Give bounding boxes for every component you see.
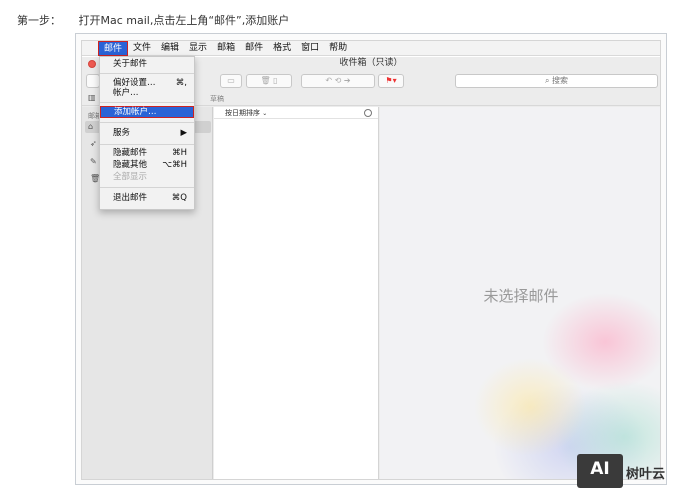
- chevron-down-icon: ⌄: [262, 110, 268, 117]
- hide-others-shortcut: ⌥⌘H: [162, 160, 187, 170]
- search-icon: ⌕: [544, 76, 550, 85]
- menu-item-accounts[interactable]: 帐户…: [100, 88, 194, 99]
- page: 第一步： 打开Mac mail,点击左上角“邮件”,添加账户 邮件 文件 编辑 …: [0, 0, 679, 500]
- menu-item-quit[interactable]: 退出邮件 ⌘Q: [100, 193, 194, 204]
- drafts-icon: ✎: [90, 157, 97, 166]
- menu-item-services-label: 服务: [113, 128, 131, 138]
- step-description: 打开Mac mail,点击左上角“邮件”,添加账户: [78, 14, 290, 27]
- menu-mailbox[interactable]: 邮箱: [212, 41, 240, 56]
- delete-junk-group[interactable]: 🗑 ▯: [246, 74, 292, 88]
- close-window-icon[interactable]: [88, 60, 96, 68]
- flag-icon[interactable]: ⚑▾: [378, 74, 404, 88]
- message-list: 按日期排序 ⌄: [214, 107, 379, 479]
- archive-icon[interactable]: ▭: [220, 74, 242, 88]
- favorite-drafts[interactable]: 草稿: [210, 94, 224, 104]
- watermark-logo-icon: AI: [577, 454, 623, 488]
- menu-item-add-account[interactable]: 添加帐户…: [100, 106, 194, 118]
- menu-bar: 邮件 文件 编辑 显示 邮箱 邮件 格式 窗口 帮助: [82, 41, 660, 56]
- menu-view[interactable]: 显示: [184, 41, 212, 56]
- filter-icon[interactable]: [364, 109, 372, 117]
- menu-message[interactable]: 邮件: [240, 41, 268, 56]
- menu-item-show-all-label: 全部显示: [113, 172, 148, 182]
- menu-item-hide[interactable]: 隐藏邮件 ⌘H: [100, 148, 194, 159]
- sort-label: 按日期排序: [225, 109, 260, 117]
- step-label: 第一步：: [17, 14, 61, 27]
- instruction-text: 第一步： 打开Mac mail,点击左上角“邮件”,添加账户: [17, 12, 289, 28]
- menu-item-hide-others-label: 隐藏其他: [113, 160, 148, 170]
- menu-window[interactable]: 窗口: [296, 41, 324, 56]
- inbox-icon: ⌂: [88, 122, 94, 131]
- menu-item-add-account-label: 添加帐户…: [114, 107, 157, 117]
- reply-forward-group[interactable]: ↶ ⟲ ➔: [301, 74, 375, 88]
- sent-icon: ➶: [90, 139, 97, 148]
- mac-screen: 邮件 文件 编辑 显示 邮箱 邮件 格式 窗口 帮助 收件箱（只读） ▭ 🗑 ▯…: [81, 40, 661, 480]
- menu-divider: [100, 102, 194, 103]
- menu-item-hide-others[interactable]: 隐藏其他 ⌥⌘H: [100, 160, 194, 171]
- menu-divider: [100, 73, 194, 74]
- menu-edit[interactable]: 编辑: [156, 41, 184, 56]
- menu-item-accounts-label: 帐户…: [113, 88, 139, 98]
- menu-item-services[interactable]: 服务 ▶: [100, 128, 194, 139]
- quit-shortcut: ⌘Q: [171, 193, 187, 203]
- menu-mail[interactable]: 邮件: [98, 41, 129, 56]
- sidebar-toggle-icon[interactable]: ▥: [88, 93, 96, 102]
- menu-divider: [100, 122, 194, 123]
- screenshot-frame: 邮件 文件 编辑 显示 邮箱 邮件 格式 窗口 帮助 收件箱（只读） ▭ 🗑 ▯…: [75, 33, 667, 485]
- search-placeholder: 搜索: [552, 76, 569, 85]
- menu-divider: [100, 187, 194, 188]
- menu-help[interactable]: 帮助: [324, 41, 352, 56]
- menu-item-quit-label: 退出邮件: [113, 193, 148, 203]
- sort-control[interactable]: 按日期排序 ⌄: [214, 107, 378, 119]
- chevron-right-icon: ▶: [180, 128, 187, 138]
- watermark-brand: 树叶云: [626, 467, 666, 482]
- menu-format[interactable]: 格式: [268, 41, 296, 56]
- compose-icon[interactable]: [86, 74, 100, 88]
- menu-item-show-all: 全部显示: [100, 172, 194, 183]
- no-message-selected: 未选择邮件: [483, 287, 559, 305]
- menu-file[interactable]: 文件: [128, 41, 156, 56]
- search-input[interactable]: ⌕ 搜索: [455, 74, 658, 88]
- menu-item-about-label: 关于邮件: [113, 59, 148, 69]
- mail-dropdown-menu: 关于邮件 偏好设置… ⌘, 帐户… 添加帐户… 服务 ▶ 隐藏邮件 ⌘H 隐藏其他 ⌥⌘…: [99, 56, 195, 210]
- menu-item-about[interactable]: 关于邮件: [100, 59, 194, 70]
- menu-item-hide-label: 隐藏邮件: [113, 148, 148, 158]
- menu-divider: [100, 144, 194, 145]
- message-preview: 未选择邮件: [380, 107, 660, 479]
- hide-shortcut: ⌘H: [172, 148, 187, 158]
- menu-item-preferences-label: 偏好设置…: [113, 78, 156, 88]
